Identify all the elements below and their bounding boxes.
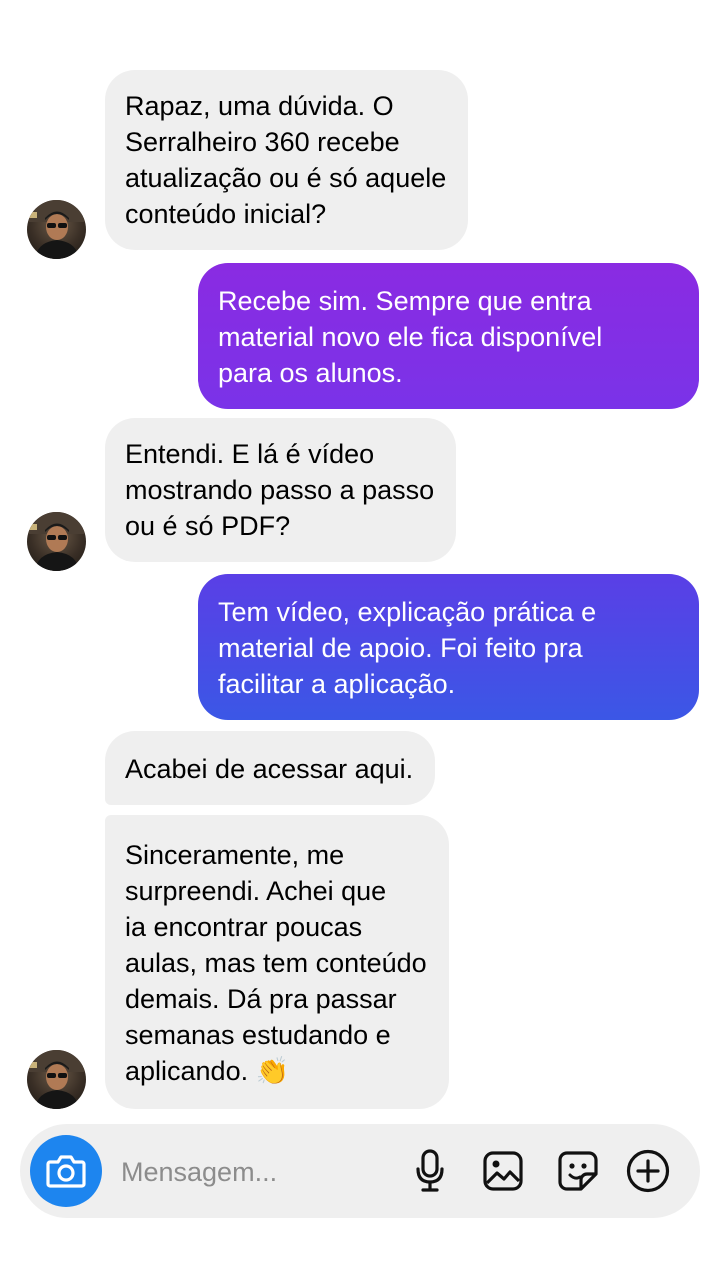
contact-avatar[interactable]: [27, 1050, 86, 1109]
microphone-icon: [416, 1149, 444, 1192]
microphone-button[interactable]: [408, 1149, 452, 1193]
gallery-button[interactable]: [481, 1149, 525, 1193]
contact-avatar[interactable]: [27, 512, 86, 571]
sticker-button[interactable]: [556, 1149, 600, 1193]
outgoing-message-bubble[interactable]: Tem vídeo, explicação prática e material…: [198, 574, 699, 720]
message-input[interactable]: Mensagem...: [121, 1155, 277, 1189]
gallery-icon: [483, 1151, 523, 1191]
incoming-message-bubble[interactable]: Acabei de acessar aqui.: [105, 731, 436, 805]
incoming-message-bubble[interactable]: Sinceramente, me surpreendi. Achei que i…: [105, 815, 449, 1109]
outgoing-message-bubble[interactable]: Recebe sim. Sempre que entra material no…: [198, 263, 699, 409]
contact-avatar[interactable]: [27, 200, 86, 259]
message-composer[interactable]: Mensagem...: [20, 1124, 700, 1218]
chat-screen: Rapaz, uma dúvida. O Serralheiro 360 rec…: [0, 0, 719, 1280]
add-button[interactable]: [626, 1149, 670, 1193]
sticker-icon: [558, 1151, 598, 1191]
incoming-message-bubble[interactable]: Rapaz, uma dúvida. O Serralheiro 360 rec…: [105, 70, 469, 250]
camera-button[interactable]: [30, 1135, 102, 1207]
incoming-message-bubble[interactable]: Entendi. E lá é vídeo mostrando passo a …: [105, 418, 457, 562]
add-icon: [626, 1149, 670, 1193]
camera-icon: [46, 1155, 86, 1188]
